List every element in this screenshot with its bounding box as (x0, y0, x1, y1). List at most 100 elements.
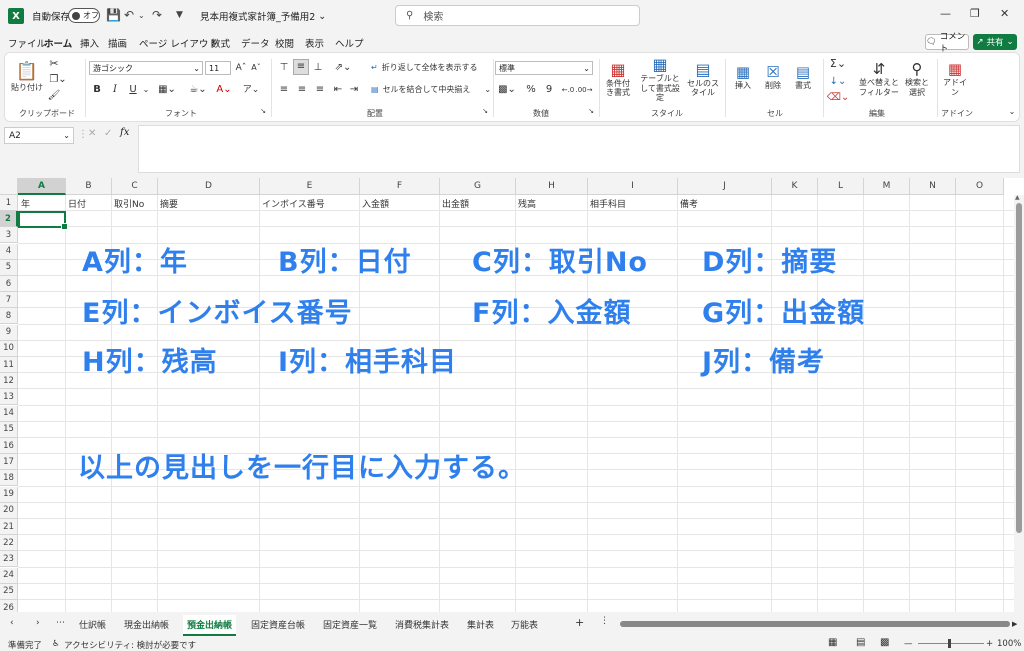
align-top-icon[interactable]: ⊤ (277, 61, 291, 75)
minimize-icon[interactable]: — (940, 7, 951, 20)
name-box[interactable]: A2 ⌄ (4, 127, 74, 144)
row-header[interactable]: 19 (0, 486, 18, 503)
align-left-icon[interactable]: ≡ (277, 83, 291, 97)
row-header[interactable]: 7 (0, 292, 18, 309)
row-header[interactable]: 12 (0, 373, 18, 390)
cancel-icon[interactable]: ✕ (88, 128, 96, 139)
sheet-tab[interactable]: 現金出納帳 (124, 618, 169, 631)
wrap-text-button[interactable]: ↵ 折り返して全体を表示する (371, 61, 477, 75)
delete-cells-button[interactable]: ☒ 削除 (761, 57, 785, 97)
column-header-k[interactable]: K (772, 178, 818, 195)
comment-button[interactable]: 🗨 コメント (925, 32, 969, 54)
decrease-indent-icon[interactable]: ⇤ (331, 83, 345, 97)
cut-icon[interactable]: ✂ (47, 57, 61, 71)
horizontal-scroll-thumb[interactable] (620, 621, 1010, 627)
paste-button[interactable]: 📋 貼り付け (11, 57, 43, 97)
cell-styles-button[interactable]: ▤ セルのスタイル (687, 57, 719, 101)
formula-input[interactable] (138, 125, 1020, 173)
orientation-icon[interactable]: ⇗⌄ (331, 61, 355, 75)
column-header-c[interactable]: C (112, 178, 158, 195)
undo-dropdown-icon[interactable]: ⌄ (138, 11, 145, 20)
row-header[interactable]: 14 (0, 405, 18, 422)
normal-view-icon[interactable]: ▦ (828, 637, 837, 648)
scroll-right-icon[interactable]: ▶ (1012, 620, 1017, 628)
tab-help[interactable]: ヘルプ (335, 36, 364, 50)
sheet-tab[interactable]: 万能表 (511, 618, 538, 631)
zoom-in-icon[interactable]: + (986, 639, 993, 649)
align-center-icon[interactable]: ≡ (295, 83, 309, 97)
fill-icon[interactable]: ↓⌄ (827, 75, 849, 89)
conditional-format-button[interactable]: ▦ 条件付き書式 (603, 57, 633, 101)
next-sheet-icon[interactable]: › (36, 618, 40, 628)
row-header[interactable]: 13 (0, 389, 18, 406)
italic-button[interactable]: I (109, 83, 121, 97)
percent-button[interactable]: % (525, 83, 537, 97)
align-right-icon[interactable]: ≡ (313, 83, 327, 97)
vertical-scroll-thumb[interactable] (1016, 203, 1022, 533)
sheet-tab[interactable]: 固定資産台帳 (251, 618, 305, 631)
sort-filter-button[interactable]: ⇵ 並べ替えとフィルター (859, 57, 899, 101)
tab-splitter-icon[interactable]: ⋮ (600, 616, 609, 626)
scroll-up-icon[interactable]: ▲ (1015, 194, 1020, 201)
cell-f1[interactable]: 入金額 (362, 197, 389, 210)
sheet-tab[interactable]: 集計表 (467, 618, 494, 631)
find-select-button[interactable]: ⚲ 検索と選択 (903, 57, 931, 101)
row-header[interactable]: 10 (0, 340, 18, 357)
zoom-out-icon[interactable]: — (904, 639, 913, 649)
tab-page-layout[interactable]: ページ レイアウト (139, 36, 218, 50)
dialog-launcher-icon[interactable]: ↘ (587, 107, 595, 115)
autosum-icon[interactable]: Σ⌄ (827, 57, 849, 71)
tab-view[interactable]: 表示 (305, 36, 324, 50)
collapse-ribbon-icon[interactable]: ⌄ (1007, 107, 1017, 117)
cell-b1[interactable]: 日付 (68, 197, 86, 210)
align-middle-icon[interactable]: ≡ (293, 59, 309, 75)
row-header[interactable]: 17 (0, 454, 18, 471)
border-icon[interactable]: ▦⌄ (157, 83, 177, 97)
chevron-down-icon[interactable]: ⌄ (141, 83, 151, 97)
sheet-tab[interactable]: 仕訳帳 (79, 618, 106, 631)
cell-a1[interactable]: 年 (21, 197, 30, 210)
column-header-d[interactable]: D (158, 178, 260, 195)
tab-data[interactable]: データ (241, 36, 270, 50)
merge-center-button[interactable]: ▤ セルを結合して中央揃え ⌄ (371, 83, 491, 97)
increase-indent-icon[interactable]: ⇥ (347, 83, 361, 97)
enter-icon[interactable]: ✓ (104, 128, 112, 139)
column-header-o[interactable]: O (956, 178, 1004, 195)
row-header[interactable]: 3 (0, 227, 18, 244)
add-sheet-icon[interactable]: + (575, 616, 584, 629)
column-header-n[interactable]: N (910, 178, 956, 195)
currency-icon[interactable]: ▩⌄ (497, 83, 517, 97)
format-as-table-button[interactable]: ▦ テーブルとして書式設定 (637, 55, 683, 102)
align-bottom-icon[interactable]: ⊥ (311, 61, 325, 75)
column-header-j[interactable]: J (678, 178, 772, 195)
tab-insert[interactable]: 挿入 (80, 36, 99, 50)
column-header-b[interactable]: B (66, 178, 112, 195)
row-header[interactable]: 20 (0, 502, 18, 519)
undo-icon[interactable]: ↶ (124, 8, 134, 22)
tab-review[interactable]: 校閲 (275, 36, 294, 50)
format-painter-icon[interactable]: 🖌 (47, 89, 61, 103)
row-header[interactable]: 23 (0, 551, 18, 568)
fill-color-icon[interactable]: ☕⌄ (187, 83, 209, 97)
accessibility-status[interactable]: アクセシビリティ: 検討が必要です (64, 639, 196, 651)
row-header[interactable]: 9 (0, 324, 18, 341)
column-header-h[interactable]: H (516, 178, 588, 195)
autosave-toggle[interactable]: オフ (68, 8, 100, 23)
cell-e1[interactable]: インボイス番号 (262, 197, 325, 210)
cell-c1[interactable]: 取引No (114, 197, 144, 210)
phonetic-icon[interactable]: ア⌄ (241, 83, 261, 97)
column-header-a[interactable]: A (18, 178, 66, 195)
tab-file[interactable]: ファイル (8, 36, 46, 50)
row-header[interactable]: 24 (0, 567, 18, 584)
page-layout-view-icon[interactable]: ▤ (856, 637, 865, 648)
bold-button[interactable]: B (91, 83, 103, 97)
zoom-slider[interactable] (918, 643, 984, 644)
sheet-tab-active[interactable]: 預金出納帳 (183, 615, 237, 636)
column-header-g[interactable]: G (440, 178, 516, 195)
column-header-m[interactable]: M (864, 178, 910, 195)
document-title[interactable]: 見本用複式家計簿_予備用2 ⌄ (200, 9, 326, 24)
row-header[interactable]: 15 (0, 421, 18, 438)
number-format-select[interactable]: 標準 ⌄ (495, 61, 593, 75)
increase-decimal-icon[interactable]: ←.0 (561, 83, 575, 97)
copy-icon[interactable]: ❐⌄ (47, 73, 69, 87)
